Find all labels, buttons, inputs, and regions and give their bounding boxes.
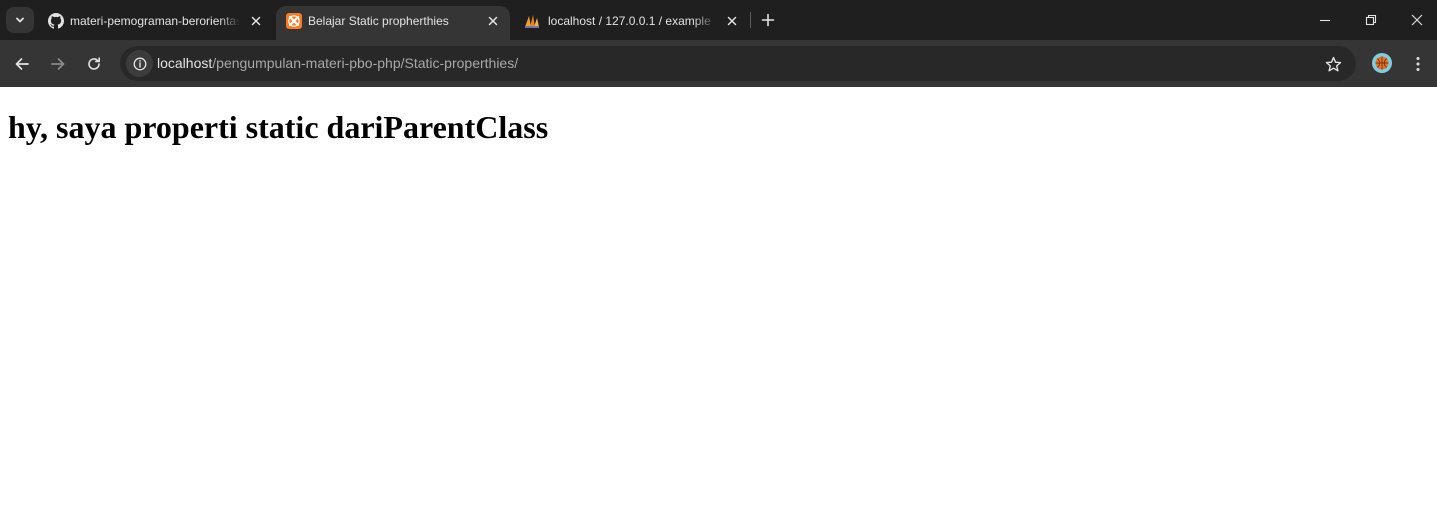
window-close-button[interactable] (1402, 6, 1432, 34)
browser-toolbar: localhost/pengumpulan-materi-pbo-php/Sta… (0, 40, 1437, 87)
page-viewport: hy, saya properti static dariParentClass (0, 87, 1437, 505)
tab-github[interactable]: materi-pemograman-berorientasi (38, 6, 274, 40)
more-vertical-icon (1416, 57, 1420, 71)
phpmyadmin-icon (525, 15, 539, 28)
restore-icon (1365, 14, 1377, 26)
new-tab-button[interactable] (758, 10, 778, 30)
tab-title: Belajar Static propherthies (308, 14, 449, 28)
arrow-left-icon (15, 58, 29, 70)
tab-strip: materi-pemograman-berorientasi Belajar S… (0, 0, 1437, 40)
address-bar[interactable]: localhost/pengumpulan-materi-pbo-php/Sta… (120, 46, 1356, 81)
url-host: localhost (157, 55, 213, 71)
url-path: /pengumpulan-materi-pbo-php/Static-prope… (212, 55, 519, 71)
back-button[interactable] (10, 52, 34, 76)
close-tab-button[interactable] (248, 13, 264, 29)
tab-title: localhost / 127.0.0.1 / example (548, 14, 711, 28)
close-icon (727, 16, 737, 26)
bookmark-button[interactable] (1324, 55, 1342, 73)
github-icon (48, 13, 64, 29)
site-info-button[interactable] (126, 50, 153, 77)
chevron-down-icon (16, 17, 24, 23)
forward-button[interactable] (46, 52, 70, 76)
info-icon (133, 57, 146, 70)
star-icon (1325, 56, 1341, 71)
arrow-right-icon (51, 58, 65, 70)
minimize-icon (1320, 19, 1330, 22)
minimize-button[interactable] (1310, 6, 1340, 34)
close-tab-button[interactable] (724, 13, 740, 29)
xampp-icon (286, 13, 302, 29)
profile-avatar[interactable] (1372, 53, 1392, 73)
close-icon (251, 16, 261, 26)
close-icon (488, 16, 498, 26)
tab-title: materi-pemograman-berorientasi (70, 14, 240, 28)
restore-button[interactable] (1356, 6, 1386, 34)
reload-button[interactable] (82, 52, 106, 76)
close-tab-button[interactable] (485, 13, 501, 29)
reload-icon (88, 57, 100, 70)
browser-window: materi-pemograman-berorientasi Belajar S… (0, 0, 1437, 505)
basketball-icon (1375, 56, 1389, 70)
close-icon (1411, 14, 1423, 26)
plus-icon (761, 13, 775, 27)
tab-belajar-static[interactable]: Belajar Static propherthies (276, 6, 510, 40)
page-heading: hy, saya properti static dariParentClass (8, 109, 549, 145)
tab-search-button[interactable] (6, 7, 34, 33)
tab-phpmyadmin[interactable]: localhost / 127.0.0.1 / example (514, 6, 748, 40)
tab-divider (750, 12, 751, 28)
url-text[interactable]: localhost/pengumpulan-materi-pbo-php/Sta… (157, 55, 518, 72)
browser-menu-button[interactable] (1408, 52, 1428, 76)
